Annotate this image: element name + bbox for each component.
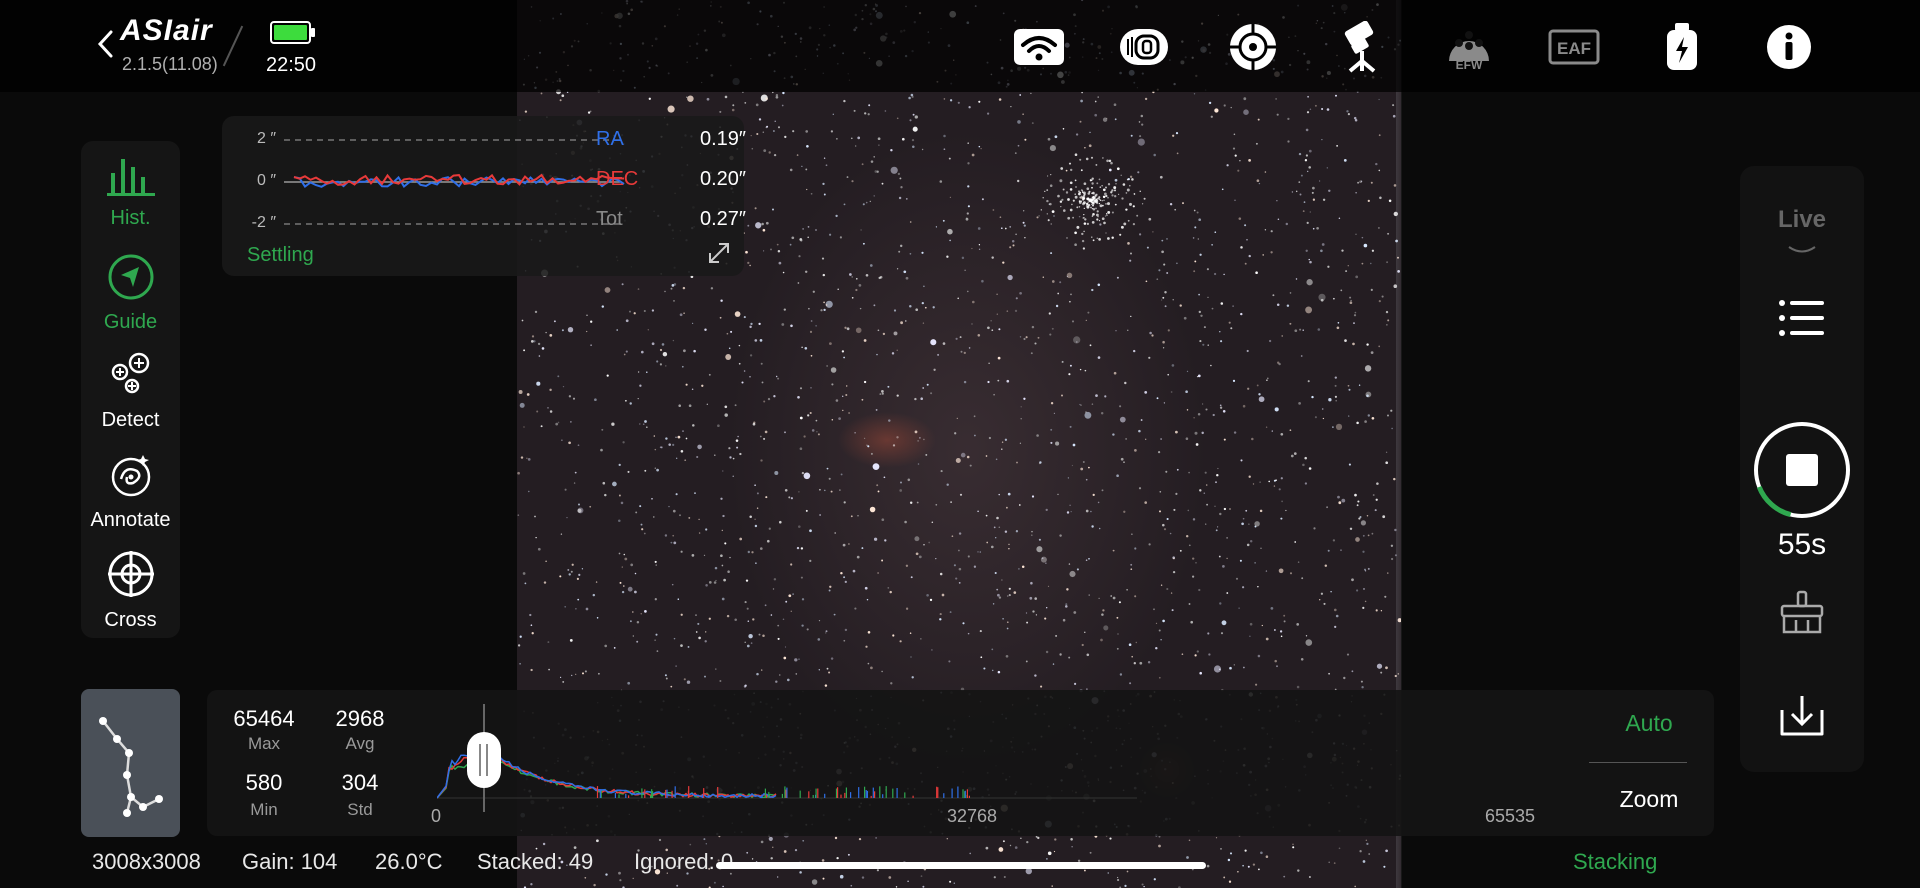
hist-min-label: Min: [250, 800, 278, 819]
mount-icon: [1344, 21, 1376, 73]
dec-value: 0.20″: [699, 168, 746, 190]
power-icon: [1667, 23, 1697, 70]
stacking-status: Stacking: [1573, 849, 1658, 874]
countdown: 55s: [1777, 528, 1827, 561]
capture-panel: Live 55s: [1740, 166, 1864, 772]
auto-stretch-button[interactable]: Auto: [1589, 710, 1709, 737]
battery-icon: [270, 20, 316, 51]
efw-text: EFW: [1456, 58, 1483, 72]
guide-scope-icon: [1230, 24, 1276, 70]
hist-std-value: 304: [341, 770, 379, 795]
list-button[interactable]: [1778, 298, 1826, 343]
y-tick-label: 0 ″: [256, 172, 276, 189]
stop-icon: [1754, 422, 1850, 518]
camera-button[interactable]: [1117, 20, 1171, 74]
hist-axis-end: 65535: [1485, 806, 1536, 826]
sidebar-item-annotate[interactable]: Annotate: [81, 451, 180, 532]
hist-avg-label: Avg: [345, 734, 375, 753]
hist-max-value: 65464: [233, 706, 295, 731]
stacked-count: Stacked: 49: [477, 849, 594, 874]
stop-button[interactable]: [1752, 420, 1852, 525]
chevron-left-icon: [97, 30, 113, 58]
wifi-button[interactable]: [1012, 20, 1066, 74]
sidebar-item-cross[interactable]: Cross: [81, 549, 180, 632]
sidebar-item-label: Hist.: [110, 207, 151, 229]
guide-status: Settling: [247, 244, 314, 266]
ra-value: 0.19″: [699, 128, 746, 150]
grip-line: [479, 744, 481, 776]
app-version: 2.1.5(11.08): [122, 54, 218, 74]
mount-button[interactable]: [1336, 20, 1390, 74]
info-icon: [1767, 25, 1811, 69]
sensor-temperature: 26.0°C: [375, 849, 443, 874]
exposure-progress-arc: [1756, 485, 1792, 518]
constellation-thumbnail[interactable]: [81, 689, 180, 837]
hist-min-value: 580: [245, 770, 283, 795]
hist-max-label: Max: [247, 734, 281, 753]
top-bar: ASIair 2.1.5(11.08) 22:50 EFW EAF: [0, 0, 1920, 92]
grip-line: [486, 744, 488, 776]
ra-label: RA: [596, 128, 624, 150]
sidebar-item-label: Guide: [103, 311, 158, 333]
guide-scope-button[interactable]: [1226, 20, 1280, 74]
broom-icon: [1780, 590, 1824, 634]
y-tick-label: -2 ″: [251, 214, 276, 231]
histogram-panel: 65464 Max 2968 Avg 580 Min 304 Std 0 327…: [207, 690, 1714, 836]
expand-button[interactable]: [706, 240, 732, 271]
sidebar-item-label: Annotate: [90, 509, 171, 531]
crosshair-icon: [107, 551, 154, 597]
tot-value: 0.27″: [699, 208, 746, 230]
divider: [222, 25, 244, 67]
efw-icon: EFW: [1449, 31, 1489, 72]
sidebar-item-detect[interactable]: Detect: [81, 351, 180, 432]
gain: Gain: 104: [242, 849, 338, 874]
resolution: 3008x3008: [92, 849, 201, 874]
hist-axis-mid: 32768: [947, 806, 998, 826]
home-indicator[interactable]: [716, 862, 1206, 869]
divider: [1589, 762, 1687, 763]
download-icon: [1780, 696, 1824, 736]
app-logo: ASIair: [120, 14, 213, 47]
annotate-icon: [111, 455, 150, 497]
y-tick-label: 2 ″: [256, 130, 276, 147]
clock: 22:50: [266, 54, 317, 76]
hist-std-label: Std: [347, 800, 373, 819]
eaf-icon: EAF: [1548, 29, 1600, 65]
hist-axis-start: 0: [431, 806, 442, 826]
sidebar-item-histogram[interactable]: Hist.: [81, 153, 180, 230]
sidebar-item-label: Detect: [101, 409, 160, 431]
sidebar-item-guide[interactable]: Guide: [81, 253, 180, 334]
info-button[interactable]: [1762, 20, 1816, 74]
guide-icon: [108, 254, 153, 300]
guide-graph-panel[interactable]: 2 ″ 0 ″ -2 ″ RA 0.19″ DEC 0.20″ Tot 0.27…: [222, 116, 746, 276]
sidebar-item-label: Cross: [104, 609, 157, 631]
expand-icon: [709, 243, 729, 263]
dec-label: DEC: [596, 168, 639, 190]
zoom-button[interactable]: Zoom: [1589, 786, 1709, 813]
mode-selector[interactable]: Live: [1740, 206, 1864, 234]
list-icon: [1779, 300, 1824, 336]
chevron-down-icon: [1788, 246, 1816, 253]
save-button[interactable]: [1778, 694, 1826, 743]
hist-avg-value: 2968: [335, 706, 385, 731]
camera-icon: [1120, 29, 1168, 65]
dec-series-line: [293, 173, 625, 186]
efw-button[interactable]: EFW: [1442, 20, 1496, 74]
histogram-icon: [106, 159, 155, 196]
detect-icon: [111, 352, 149, 394]
stretch-slider-handle[interactable]: [467, 732, 501, 788]
back-button[interactable]: [96, 28, 116, 65]
histogram-graph: [437, 745, 1137, 799]
power-button[interactable]: [1655, 20, 1709, 74]
tool-sidebar: Hist. Guide Detect Annotate Cross: [81, 141, 180, 638]
constellation-icon: [99, 717, 163, 817]
tot-label: Tot: [596, 208, 623, 230]
wifi-icon: [1014, 29, 1064, 65]
eaf-button[interactable]: EAF: [1547, 20, 1601, 74]
eaf-text: EAF: [1557, 39, 1591, 58]
clear-button[interactable]: [1778, 590, 1826, 639]
